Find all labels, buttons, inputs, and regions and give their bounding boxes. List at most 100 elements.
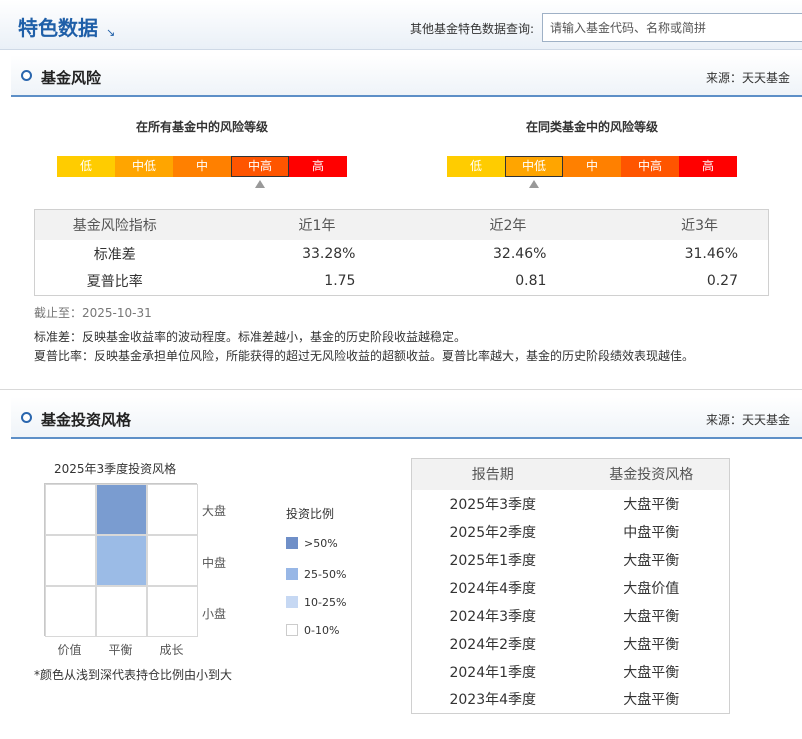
table-row: 2025年3季度 大盘平衡 xyxy=(412,490,730,518)
row-label-mid-cap: 中盘 xyxy=(202,556,227,570)
risk-level-cell: 中 xyxy=(563,156,621,177)
legend-swatch xyxy=(286,537,298,549)
top-bar: 特色数据 ↘ 其他基金特色数据查询: xyxy=(0,0,802,50)
risk-level-cell: 低 xyxy=(57,156,115,177)
table-cell: 32.46% xyxy=(493,245,547,262)
table-header-cell: 基金投资风格 xyxy=(573,458,730,490)
table-row: 标准差 33.28% 32.46% 31.46% xyxy=(35,240,769,268)
col-label-value: 价值 xyxy=(57,643,82,657)
table-cell: 大盘平衡 xyxy=(623,552,680,569)
style-section-header: 基金投资风格 来源：天天基金 xyxy=(11,397,802,439)
table-cell: 2023年4季度 xyxy=(449,692,537,709)
risk-level-cell: 中高 xyxy=(621,156,679,177)
style-grid-cell xyxy=(147,535,198,586)
peer-funds-risk-pointer-icon xyxy=(529,180,539,188)
grid-color-note: *颜色从浅到深代表持仓比例由小到大 xyxy=(34,668,233,682)
risk-level-cell: 高 xyxy=(679,156,737,177)
table-row: 2024年1季度 大盘平衡 xyxy=(412,658,730,686)
table-cell: 31.46% xyxy=(684,245,738,262)
table-cell: 2024年3季度 xyxy=(449,608,537,625)
risk-section-source: 来源：天天基金 xyxy=(705,71,790,85)
table-cell: 大盘价值 xyxy=(623,580,680,597)
table-cell: 2025年1季度 xyxy=(449,552,537,569)
section-underline xyxy=(11,95,802,97)
style-grid-cell xyxy=(45,535,96,586)
table-cell: 大盘平衡 xyxy=(623,692,680,709)
table-cell: 2024年4季度 xyxy=(449,580,537,597)
legend-item: >50% xyxy=(286,537,338,550)
table-cell: 33.28% xyxy=(302,245,356,262)
all-funds-risk-bar: 低中低中中高高 xyxy=(57,156,347,177)
fund-search-input[interactable] xyxy=(542,13,802,42)
expand-arrow-icon[interactable]: ↘ xyxy=(106,26,115,39)
style-grid-cell xyxy=(96,586,147,637)
table-header-cell: 近3年 xyxy=(576,209,769,240)
style-grid-cell xyxy=(96,484,147,535)
table-cell: 0.81 xyxy=(515,273,547,290)
as-of-date: 截止至：2025-10-31 xyxy=(34,306,152,320)
section-bullet-icon xyxy=(21,70,32,81)
table-header-cell: 近2年 xyxy=(385,209,577,240)
table-row: 2025年2季度 中盘平衡 xyxy=(412,518,730,546)
style-grid-cell xyxy=(45,586,96,637)
table-row: 2024年3季度 大盘平衡 xyxy=(412,602,730,630)
col-label-growth: 成长 xyxy=(159,643,184,657)
style-history-table: 报告期 基金投资风格 2025年3季度 大盘平衡 2025年2季度 中盘平衡 2025年… xyxy=(411,458,730,714)
legend-swatch xyxy=(286,568,298,580)
table-row: 2024年4季度 大盘价值 xyxy=(412,574,730,602)
risk-level-cell: 中低 xyxy=(505,156,563,177)
table-header-cell: 报告期 xyxy=(411,458,574,490)
row-label-small-cap: 小盘 xyxy=(202,607,227,621)
table-header-cell: 基金风险指标 xyxy=(34,209,195,240)
style-section-title: 基金投资风格 xyxy=(41,411,132,429)
row-label-large-cap: 大盘 xyxy=(202,504,227,518)
peer-funds-risk-title: 在同类基金中的风险等级 xyxy=(525,120,658,134)
style-grid-cell xyxy=(147,484,198,535)
query-label: 其他基金特色数据查询: xyxy=(410,22,535,36)
table-cell: 2024年1季度 xyxy=(449,664,537,681)
table-header-cell: 近1年 xyxy=(194,209,386,240)
risk-level-cell: 中 xyxy=(173,156,231,177)
col-label-balanced: 平衡 xyxy=(108,643,133,657)
section-bullet-icon xyxy=(21,412,32,423)
table-cell: 2025年3季度 xyxy=(449,496,537,513)
table-cell: 标准差 xyxy=(93,246,136,263)
risk-level-cell: 中低 xyxy=(115,156,173,177)
risk-level-cell: 中高 xyxy=(231,156,289,177)
style-grid-cell xyxy=(96,535,147,586)
legend-item: 0-10% xyxy=(286,624,339,637)
table-row: 夏普比率 1.75 0.81 0.27 xyxy=(35,268,769,296)
risk-level-cell: 低 xyxy=(447,156,505,177)
table-header-row: 基金风险指标 近1年 近2年 近3年 xyxy=(34,209,769,240)
style-section-source: 来源：天天基金 xyxy=(705,413,790,427)
table-cell: 0.27 xyxy=(706,273,738,290)
table-cell: 1.75 xyxy=(324,273,356,290)
table-header-row: 报告期 基金投资风格 xyxy=(411,458,730,490)
peer-funds-risk-bar: 低中低中中高高 xyxy=(447,156,737,177)
table-cell: 2025年2季度 xyxy=(449,524,537,541)
table-cell: 大盘平衡 xyxy=(623,664,680,681)
all-funds-risk-title: 在所有基金中的风险等级 xyxy=(135,120,268,134)
table-row: 2023年4季度 大盘平衡 xyxy=(412,686,730,714)
legend-item: 25-50% xyxy=(286,568,346,581)
style-grid-cell xyxy=(147,586,198,637)
table-cell: 2024年2季度 xyxy=(449,636,537,653)
table-cell: 夏普比率 xyxy=(86,274,143,291)
table-cell: 大盘平衡 xyxy=(623,496,680,513)
page-title: 特色数据 xyxy=(18,16,98,40)
table-row: 2025年1季度 大盘平衡 xyxy=(412,546,730,574)
section-divider xyxy=(0,389,802,390)
all-funds-risk-pointer-icon xyxy=(255,180,265,188)
style-grid-cell xyxy=(45,484,96,535)
legend-item: 10-25% xyxy=(286,596,346,609)
section-underline xyxy=(11,437,802,439)
table-cell: 大盘平衡 xyxy=(623,636,680,653)
risk-indicator-table: 基金风险指标 近1年 近2年 近3年 标准差 33.28% 32.46% 31.… xyxy=(34,209,769,296)
std-dev-note: 标准差：反映基金收益率的波动程度。标准差越小，基金的历史阶段收益越稳定。 xyxy=(34,330,467,344)
table-cell: 中盘平衡 xyxy=(623,524,680,541)
sharpe-note: 夏普比率：反映基金承担单位风险，所能获得的超过无风险收益的超额收益。夏普比率越大… xyxy=(34,349,695,363)
style-box-title: 2025年3季度投资风格 xyxy=(54,462,177,476)
style-box-grid xyxy=(44,483,198,637)
table-row: 2024年2季度 大盘平衡 xyxy=(412,630,730,658)
legend-swatch xyxy=(286,596,298,608)
